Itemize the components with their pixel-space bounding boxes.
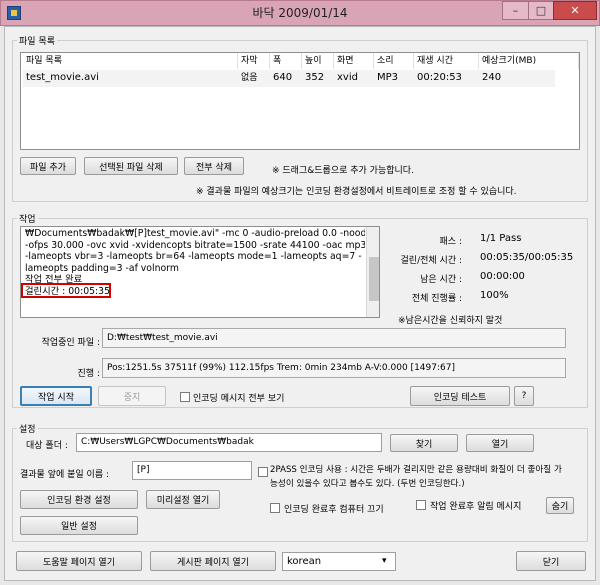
encoding-log[interactable]: ₩Documents₩badak₩[P]test_movie.avi" -mc … xyxy=(20,226,380,318)
show-all-messages-label[interactable]: 인코딩 메시지 전부 보기 xyxy=(193,391,284,404)
shutdown-checkbox[interactable] xyxy=(270,503,280,513)
shutdown-label[interactable]: 인코딩 완료후 컴퓨터 끄기 xyxy=(284,502,384,515)
column-header-audio[interactable]: 소리 xyxy=(374,53,414,69)
stat-label-elapsed-total: 걸린/전체 시간 : xyxy=(400,256,462,266)
stat-value-remaining: 00:00:00 xyxy=(480,271,525,282)
twopass-checkbox[interactable] xyxy=(258,467,268,477)
remaining-time-note: ※남은시간을 신뢰하지 말것 xyxy=(398,316,503,326)
remove-all-button[interactable]: 전부 삭제 xyxy=(184,157,244,175)
column-header-height[interactable]: 높이 xyxy=(302,53,334,69)
help-button[interactable]: ? xyxy=(514,386,534,406)
find-folder-button[interactable]: 찾기 xyxy=(390,434,458,452)
column-header-size[interactable]: 예상크기(MB) xyxy=(479,53,579,69)
log-line: ₩Documents₩badak₩[P]test_movie.avi" -mc … xyxy=(25,228,365,239)
drag-drop-hint: ※ 드래그&드롭으로 추가 가능합니다. xyxy=(272,166,414,176)
remove-selected-button[interactable]: 선택된 파일 삭제 xyxy=(84,157,178,175)
column-header-duration[interactable]: 재생 시간 xyxy=(414,53,479,69)
add-file-button[interactable]: 파일 추가 xyxy=(20,157,76,175)
cell-video: xvid xyxy=(337,72,358,83)
help-page-button[interactable]: 도움말 페이지 열기 xyxy=(16,551,142,571)
job-legend: 작업 xyxy=(19,215,36,225)
current-file-label: 작업중인 파일 : xyxy=(41,338,100,348)
scrollbar-thumb[interactable] xyxy=(369,257,379,301)
prefix-label: 결과물 앞에 붙일 이름 : xyxy=(20,470,109,480)
stat-label-pass: 패스 : xyxy=(439,237,462,247)
stat-value-pass: 1/1 Pass xyxy=(480,233,522,244)
close-window-button[interactable]: ✕ xyxy=(553,1,597,20)
column-header-video[interactable]: 화면 xyxy=(334,53,374,69)
stat-value-elapsed-total: 00:05:35/00:05:35 xyxy=(480,252,574,263)
target-folder-input[interactable]: C:₩Users₩LGPC₩Documents₩badak xyxy=(76,433,382,452)
log-line: lameopts padding=3 -af volnorm xyxy=(25,262,179,274)
preset-open-button[interactable]: 미리설정 열기 xyxy=(146,490,220,509)
stat-value-progress: 100% xyxy=(480,290,509,301)
cell-width: 640 xyxy=(273,72,293,83)
twopass-description-2: 능성이 있을수 있다고 봅수도 있다. (두번 인코딩한다.) xyxy=(270,479,465,489)
target-folder-label: 대상 폴더 : xyxy=(26,441,68,451)
cell-duration: 00:20:53 xyxy=(417,72,462,83)
stat-label-remaining: 남은 시간 : xyxy=(420,275,462,285)
maximize-button[interactable]: □ xyxy=(528,1,554,20)
stat-label-progress: 전체 진행률 : xyxy=(411,294,462,304)
board-page-button[interactable]: 게시판 페이지 열기 xyxy=(150,551,276,571)
log-line: -ofps 30.000 -ovc xvid -xvidencopts bitr… xyxy=(25,239,365,251)
cell-size: 240 xyxy=(482,72,502,83)
close-button[interactable]: 닫기 xyxy=(516,551,586,571)
language-selected-value: korean xyxy=(287,556,322,567)
column-header-file[interactable]: 파일 목록 xyxy=(23,53,238,69)
file-list-legend: 파일 목록 xyxy=(19,37,55,47)
notify-checkbox[interactable] xyxy=(416,500,426,510)
cell-subtitle: 없음 xyxy=(241,73,258,83)
notify-label[interactable]: 작업 완료후 알림 메시지 xyxy=(430,499,521,512)
language-select[interactable]: korean ▾ xyxy=(282,552,396,571)
log-scrollbar[interactable] xyxy=(366,227,379,317)
encoding-settings-button[interactable]: 인코딩 환경 설정 xyxy=(20,490,138,509)
prefix-input[interactable]: [P] xyxy=(132,461,252,480)
size-hint: ※ 결과물 파일의 예상크기는 인코딩 환경설정에서 비트레이트로 조정 할 수… xyxy=(196,187,517,197)
twopass-description-1[interactable]: 2PASS 인코딩 사용 : 시간은 두배가 걸리지만 같은 용량대비 화질이 … xyxy=(270,463,562,475)
show-all-messages-checkbox[interactable] xyxy=(180,392,190,402)
start-job-button[interactable]: 작업 시작 xyxy=(20,386,92,406)
log-line: -lameopts vbr=3 -lameopts br=64 -lameopt… xyxy=(25,251,362,262)
progress-label: 진행 : xyxy=(77,369,100,379)
cell-audio: MP3 xyxy=(377,72,399,83)
open-folder-button[interactable]: 열기 xyxy=(466,434,534,452)
chevron-down-icon: ▾ xyxy=(382,556,387,566)
column-header-width[interactable]: 폭 xyxy=(270,53,302,69)
hide-button[interactable]: 숨기 xyxy=(546,497,574,514)
column-header-subtitle[interactable]: 자막 xyxy=(238,53,270,69)
general-settings-button[interactable]: 일반 설정 xyxy=(20,516,138,535)
file-list-table[interactable]: 파일 목록 자막 폭 높이 화면 소리 재생 시간 예상크기(MB) test_… xyxy=(20,52,580,150)
stop-button[interactable]: 중지 xyxy=(98,386,166,406)
encoding-test-button[interactable]: 인코딩 테스트 xyxy=(410,386,510,406)
progress-field: Pos:1251.5s 37511f (99%) 112.15fps Trem:… xyxy=(102,358,566,378)
current-file-field: D:₩test₩test_movie.avi xyxy=(102,328,566,348)
elapsed-time-highlight xyxy=(21,283,111,298)
settings-legend: 설정 xyxy=(19,425,36,435)
cell-height: 352 xyxy=(305,72,325,83)
table-row[interactable]: test_movie.avi 없음 640 352 xvid MP3 00:20… xyxy=(23,70,555,87)
cell-file-name: test_movie.avi xyxy=(26,72,99,83)
minimize-button[interactable]: – xyxy=(502,1,529,20)
